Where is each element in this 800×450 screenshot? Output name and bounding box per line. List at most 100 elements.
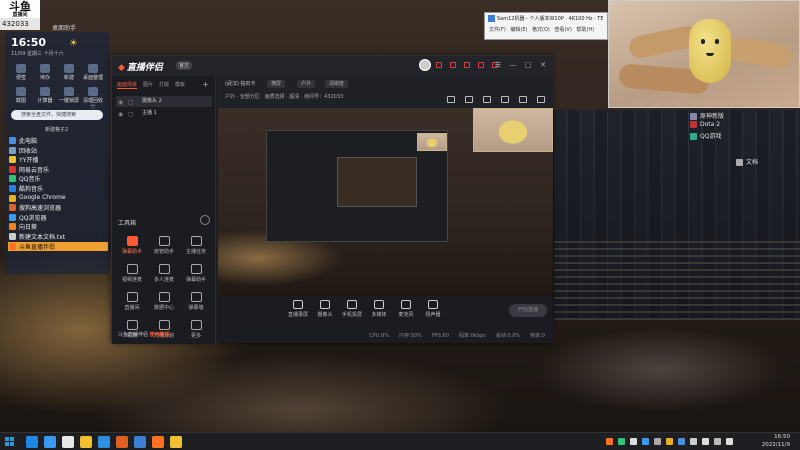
desktop-shortcut[interactable]: Google Chrome (8, 194, 108, 204)
wallet-icon[interactable] (465, 96, 473, 103)
tray-icon[interactable] (726, 438, 733, 445)
toolbox-item[interactable]: 视频连麦 (116, 264, 148, 283)
bottom-tool[interactable]: 麦克风 (395, 300, 417, 318)
fullscreen-icon[interactable] (519, 96, 527, 103)
bottom-tool[interactable]: 扬声器 (422, 300, 444, 318)
taskbar-app-icon[interactable] (152, 436, 164, 448)
scene-tab[interactable]: 打版 (159, 81, 169, 89)
notepad-menu-item[interactable]: 帮助(H) (576, 27, 594, 33)
widget-tile[interactable]: 桌面整理 (81, 64, 105, 81)
tray-icon[interactable] (606, 438, 613, 445)
widget-tile[interactable]: 待办 (33, 64, 57, 81)
toolbox-item[interactable]: 多人连麦 (148, 264, 180, 283)
tray-icon[interactable] (702, 438, 709, 445)
bottom-tool[interactable]: 手机投屏 (341, 300, 363, 318)
mail-icon[interactable] (478, 62, 484, 68)
widget-tile[interactable]: 便签 (9, 64, 33, 81)
notepad-menu-item[interactable]: 查看(V) (554, 27, 571, 33)
desktop-search-input[interactable]: 搜索全盘文件，快捷搜索 (11, 110, 103, 120)
add-scene-icon[interactable]: + (202, 80, 209, 89)
desktop-shortcut[interactable]: 向日葵 (8, 222, 108, 232)
toolbox-item[interactable]: 数据中心 (148, 292, 180, 311)
tutorial-link[interactable]: 使用教程 (150, 332, 170, 338)
desktop-icon[interactable]: Dota 2 (690, 121, 720, 128)
notepad-menu-item[interactable]: 文件(F) (489, 27, 506, 33)
desktop-shortcut[interactable]: 网易云音乐 (8, 165, 108, 175)
gift-icon[interactable] (450, 62, 456, 68)
lock-icon[interactable]: ▢ (128, 97, 134, 108)
desktop-shortcut[interactable]: QQ音乐 (8, 174, 108, 184)
desktop-shortcut[interactable]: 回收站 (8, 146, 108, 156)
toolbox-item[interactable]: 弹幕助手 (116, 236, 148, 255)
visibility-eye-icon[interactable]: ◉ (118, 97, 123, 108)
tray-icon[interactable] (630, 438, 637, 445)
toolbox-settings-icon[interactable] (200, 215, 210, 225)
taskbar-clock[interactable]: 16:50 2022/11/9 (762, 434, 790, 449)
tray-icon[interactable] (642, 438, 649, 445)
stream-title[interactable]: (武汉) 钻石卡 (225, 80, 256, 87)
tray-icon[interactable] (690, 438, 697, 445)
category-pill[interactable]: 户外 (297, 80, 316, 88)
clipboard-icon[interactable] (483, 96, 491, 103)
taskbar-app-icon[interactable] (116, 436, 128, 448)
toolbox-item[interactable]: 弹幕墙 (180, 292, 212, 311)
desktop-shortcut[interactable]: 酷狗音乐 (8, 184, 108, 194)
scene-tab[interactable]: 画面场景 (117, 81, 138, 89)
start-live-button[interactable]: 开始直播 (509, 304, 547, 317)
toolbox-item[interactable]: 房管助手 (148, 236, 180, 255)
desktop-icon[interactable]: QQ游戏 (690, 131, 721, 140)
skin-icon[interactable] (436, 62, 442, 68)
source-item[interactable]: ◉ ▢ 主播 1 (116, 108, 212, 119)
store-icon[interactable] (447, 96, 455, 103)
desktop-shortcut[interactable]: YY开播 (8, 155, 108, 165)
taskbar-app-icon[interactable] (170, 436, 182, 448)
toolbox-item[interactable]: 主播任务 (180, 236, 212, 255)
desktop-icon[interactable]: 原神新版 (690, 111, 724, 120)
taskbar-app-icon[interactable] (134, 436, 146, 448)
weather-sun-icon[interactable]: ☀ (69, 38, 78, 49)
desktop-shortcut[interactable]: 搜狗高速浏览器 (8, 203, 108, 213)
user-avatar[interactable] (419, 59, 431, 71)
toolbox-item[interactable]: 直播间 (116, 292, 148, 311)
tray-icon[interactable] (654, 438, 661, 445)
toolbox-item[interactable]: 弹幕助手 (180, 264, 212, 283)
preview-camera-thumb[interactable] (473, 108, 553, 152)
scene-tab[interactable]: 模板 (175, 81, 185, 89)
tray-icon[interactable] (714, 438, 721, 445)
taskbar-app-icon[interactable] (26, 436, 38, 448)
taskbar-app-icon[interactable] (62, 436, 74, 448)
bottom-tool[interactable]: 直播录屏 (287, 300, 309, 318)
notepad-menu-item[interactable]: 格式(O) (532, 27, 550, 33)
taskbar-app-icon[interactable] (80, 436, 92, 448)
live-preview[interactable] (218, 108, 553, 296)
minimize-icon[interactable]: — (509, 61, 517, 69)
bottom-tool[interactable]: 摄像头 (314, 300, 336, 318)
quality-pill[interactable]: 清晰度 (325, 80, 349, 88)
taskbar-app-icon[interactable] (44, 436, 56, 448)
desktop-shortcut[interactable]: QQ浏览器 (8, 213, 108, 223)
tray-icon[interactable] (666, 438, 673, 445)
lock-icon[interactable]: ▢ (128, 109, 134, 120)
tray-icon[interactable] (618, 438, 625, 445)
close-icon[interactable]: ✕ (539, 61, 547, 69)
notepad-menu-item[interactable]: 编辑(E) (510, 27, 527, 33)
desktop-shortcut[interactable]: 斗鱼直播伴侣 (8, 241, 108, 252)
desktop-shortcut[interactable]: 新建文本文档.txt (8, 232, 108, 242)
desktop-shortcut[interactable]: 此电脑 (8, 136, 108, 146)
tray-icon[interactable] (678, 438, 685, 445)
share-icon[interactable] (537, 96, 545, 103)
toolbox-item[interactable]: 更多 (180, 320, 212, 339)
bell-icon[interactable] (501, 96, 509, 103)
desktop-icon[interactable]: 文档 (736, 157, 758, 166)
sidebar-footer[interactable]: 斗鱼直播伴侣 使用教程 (118, 331, 170, 338)
taskbar-app-icon[interactable] (98, 436, 110, 448)
maximize-icon[interactable]: □ (524, 61, 532, 69)
visibility-eye-icon[interactable]: ◉ (118, 109, 123, 120)
scene-tab[interactable]: 图片 (143, 81, 153, 89)
source-item[interactable]: ◉ ▢ 摄像头 2 (116, 96, 212, 107)
menu-icon[interactable]: ☰ (494, 61, 502, 69)
orientation-pill[interactable]: 横屏 (267, 80, 286, 88)
widget-tile[interactable]: 新建 (57, 64, 81, 81)
windows-start-icon[interactable] (5, 437, 15, 447)
bottom-tool[interactable]: 多媒体 (368, 300, 390, 318)
